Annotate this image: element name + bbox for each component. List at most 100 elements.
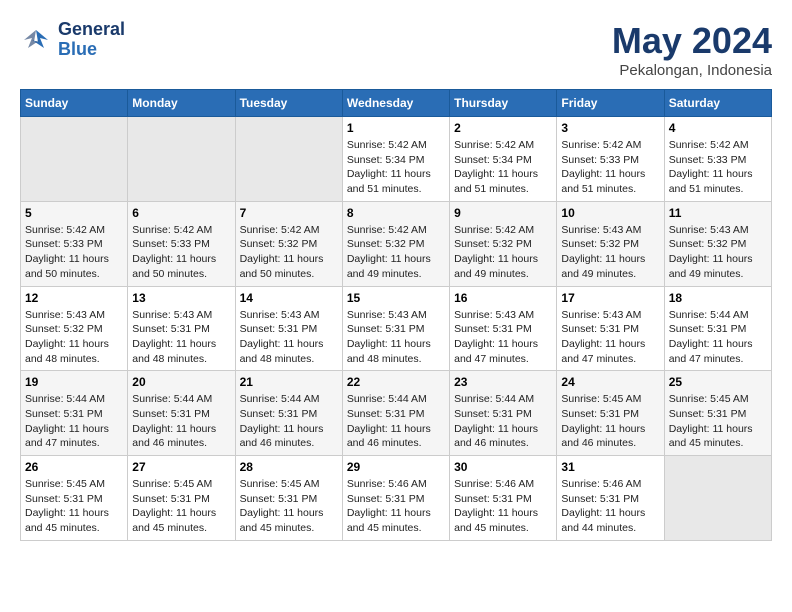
calendar-cell: 29 Sunrise: 5:46 AMSunset: 5:31 PMDayligh… [342,456,449,541]
calendar-cell: 24 Sunrise: 5:45 AMSunset: 5:31 PMDayligh… [557,371,664,456]
day-info: Sunrise: 5:44 AMSunset: 5:31 PMDaylight:… [240,392,338,451]
day-number: 14 [240,291,338,305]
calendar-cell: 10Sunrise: 5:43 AMSunset: 5:32 PMDayligh… [557,201,664,286]
calendar-week-row: 26 Sunrise: 5:45 AMSunset: 5:31 PMDayligh… [21,456,772,541]
logo-text: General Blue [58,20,125,60]
calendar-cell: 25Sunrise: 5:45 AMSunset: 5:31 PMDayligh… [664,371,771,456]
calendar-cell: 5 Sunrise: 5:42 AMSunset: 5:33 PMDaylight… [21,201,128,286]
day-number: 17 [561,291,659,305]
day-number: 6 [132,206,230,220]
day-number: 9 [454,206,552,220]
calendar-cell: 31 Sunrise: 5:46 AMSunset: 5:31 PMDayligh… [557,456,664,541]
day-info: Sunrise: 5:45 AMSunset: 5:31 PMDaylight:… [669,392,767,451]
day-header-monday: Monday [128,90,235,117]
logo-icon [20,26,52,54]
calendar-cell: 28 Sunrise: 5:45 AMSunset: 5:31 PMDayligh… [235,456,342,541]
day-info: Sunrise: 5:43 AMSunset: 5:31 PMDaylight:… [347,308,445,367]
calendar-cell [235,117,342,202]
day-info: Sunrise: 5:45 AMSunset: 5:31 PMDaylight:… [132,477,230,536]
day-info: Sunrise: 5:43 AMSunset: 5:32 PMDaylight:… [561,223,659,282]
day-number: 11 [669,206,767,220]
calendar-cell: 4Sunrise: 5:42 AMSunset: 5:33 PMDaylight… [664,117,771,202]
month-title: May 2024 [612,20,772,62]
day-number: 7 [240,206,338,220]
day-info: Sunrise: 5:46 AMSunset: 5:31 PMDaylight:… [347,477,445,536]
day-info: Sunrise: 5:42 AMSunset: 5:33 PMDaylight:… [25,223,123,282]
day-info: Sunrise: 5:44 AMSunset: 5:31 PMDaylight:… [25,392,123,451]
day-number: 13 [132,291,230,305]
calendar-cell: 21 Sunrise: 5:44 AMSunset: 5:31 PMDayligh… [235,371,342,456]
day-number: 16 [454,291,552,305]
day-number: 15 [347,291,445,305]
day-number: 24 [561,375,659,389]
day-number: 1 [347,121,445,135]
day-number: 20 [132,375,230,389]
day-number: 3 [561,121,659,135]
calendar-week-row: 12 Sunrise: 5:43 AMSunset: 5:32 PMDayligh… [21,286,772,371]
day-info: Sunrise: 5:43 AMSunset: 5:31 PMDaylight:… [454,308,552,367]
day-header-tuesday: Tuesday [235,90,342,117]
day-info: Sunrise: 5:45 AMSunset: 5:31 PMDaylight:… [25,477,123,536]
day-info: Sunrise: 5:43 AMSunset: 5:31 PMDaylight:… [561,308,659,367]
day-header-saturday: Saturday [664,90,771,117]
calendar-cell: 9 Sunrise: 5:42 AMSunset: 5:32 PMDaylight… [450,201,557,286]
calendar-cell: 15 Sunrise: 5:43 AMSunset: 5:31 PMDayligh… [342,286,449,371]
day-number: 2 [454,121,552,135]
calendar-cell: 14 Sunrise: 5:43 AMSunset: 5:31 PMDayligh… [235,286,342,371]
calendar-cell: 27 Sunrise: 5:45 AMSunset: 5:31 PMDayligh… [128,456,235,541]
day-number: 26 [25,460,123,474]
day-number: 29 [347,460,445,474]
location: Pekalongan, Indonesia [612,62,772,79]
day-info: Sunrise: 5:46 AMSunset: 5:31 PMDaylight:… [561,477,659,536]
calendar-cell: 11 Sunrise: 5:43 AMSunset: 5:32 PMDayligh… [664,201,771,286]
calendar-cell: 6Sunrise: 5:42 AMSunset: 5:33 PMDaylight… [128,201,235,286]
day-number: 19 [25,375,123,389]
calendar-cell: 20 Sunrise: 5:44 AMSunset: 5:31 PMDayligh… [128,371,235,456]
day-info: Sunrise: 5:42 AMSunset: 5:32 PMDaylight:… [347,223,445,282]
calendar-week-row: 19 Sunrise: 5:44 AMSunset: 5:31 PMDayligh… [21,371,772,456]
day-header-friday: Friday [557,90,664,117]
day-info: Sunrise: 5:43 AMSunset: 5:31 PMDaylight:… [240,308,338,367]
day-number: 31 [561,460,659,474]
calendar-cell: 26 Sunrise: 5:45 AMSunset: 5:31 PMDayligh… [21,456,128,541]
calendar-header-row: SundayMondayTuesdayWednesdayThursdayFrid… [21,90,772,117]
day-number: 21 [240,375,338,389]
calendar-cell: 12 Sunrise: 5:43 AMSunset: 5:32 PMDayligh… [21,286,128,371]
calendar-cell: 30 Sunrise: 5:46 AMSunset: 5:31 PMDayligh… [450,456,557,541]
calendar-cell: 19 Sunrise: 5:44 AMSunset: 5:31 PMDayligh… [21,371,128,456]
calendar-cell: 18Sunrise: 5:44 AMSunset: 5:31 PMDayligh… [664,286,771,371]
day-info: Sunrise: 5:44 AMSunset: 5:31 PMDaylight:… [132,392,230,451]
day-number: 27 [132,460,230,474]
calendar-cell: 7 Sunrise: 5:42 AMSunset: 5:32 PMDaylight… [235,201,342,286]
day-number: 12 [25,291,123,305]
day-number: 18 [669,291,767,305]
calendar-cell: 2 Sunrise: 5:42 AMSunset: 5:34 PMDaylight… [450,117,557,202]
day-info: Sunrise: 5:42 AMSunset: 5:32 PMDaylight:… [454,223,552,282]
day-header-sunday: Sunday [21,90,128,117]
calendar-cell: 16 Sunrise: 5:43 AMSunset: 5:31 PMDayligh… [450,286,557,371]
calendar-week-row: 5 Sunrise: 5:42 AMSunset: 5:33 PMDaylight… [21,201,772,286]
day-number: 28 [240,460,338,474]
day-number: 30 [454,460,552,474]
day-info: Sunrise: 5:43 AMSunset: 5:32 PMDaylight:… [25,308,123,367]
calendar-cell [128,117,235,202]
day-info: Sunrise: 5:46 AMSunset: 5:31 PMDaylight:… [454,477,552,536]
title-block: May 2024 Pekalongan, Indonesia [612,20,772,79]
day-number: 8 [347,206,445,220]
day-info: Sunrise: 5:45 AMSunset: 5:31 PMDaylight:… [240,477,338,536]
day-info: Sunrise: 5:43 AMSunset: 5:32 PMDaylight:… [669,223,767,282]
day-number: 5 [25,206,123,220]
day-header-thursday: Thursday [450,90,557,117]
calendar-cell: 13 Sunrise: 5:43 AMSunset: 5:31 PMDayligh… [128,286,235,371]
day-info: Sunrise: 5:45 AMSunset: 5:31 PMDaylight:… [561,392,659,451]
day-info: Sunrise: 5:42 AMSunset: 5:32 PMDaylight:… [240,223,338,282]
calendar-cell: 1 Sunrise: 5:42 AMSunset: 5:34 PMDaylight… [342,117,449,202]
logo: General Blue [20,20,125,60]
day-info: Sunrise: 5:43 AMSunset: 5:31 PMDaylight:… [132,308,230,367]
day-info: Sunrise: 5:42 AMSunset: 5:34 PMDaylight:… [347,138,445,197]
day-info: Sunrise: 5:44 AMSunset: 5:31 PMDaylight:… [454,392,552,451]
calendar-cell: 8 Sunrise: 5:42 AMSunset: 5:32 PMDaylight… [342,201,449,286]
calendar-cell: 17 Sunrise: 5:43 AMSunset: 5:31 PMDayligh… [557,286,664,371]
calendar-week-row: 1 Sunrise: 5:42 AMSunset: 5:34 PMDaylight… [21,117,772,202]
day-info: Sunrise: 5:42 AMSunset: 5:34 PMDaylight:… [454,138,552,197]
